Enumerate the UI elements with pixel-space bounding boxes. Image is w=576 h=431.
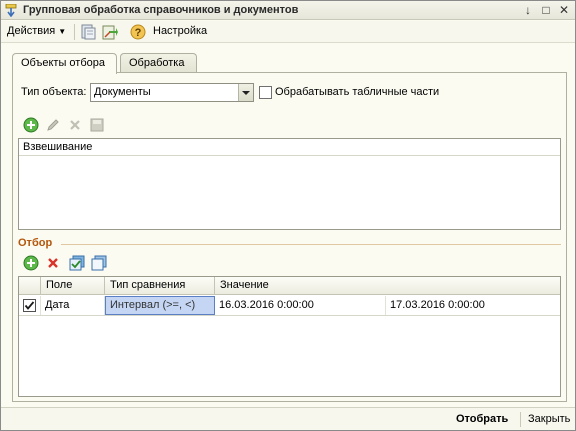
- cell-field[interactable]: Дата: [41, 296, 105, 315]
- close-window-button[interactable]: ✕: [557, 4, 571, 17]
- tab-panel: Тип объекта: Документы Обрабатывать табл…: [12, 72, 567, 402]
- save-icon[interactable]: [89, 117, 105, 133]
- maximize-button[interactable]: □: [539, 4, 553, 17]
- processing-window: Групповая обработка справочников и докум…: [0, 0, 576, 431]
- close-button[interactable]: Закрыть: [528, 413, 570, 425]
- add-filter-icon[interactable]: [23, 255, 39, 271]
- tab-selection-objects[interactable]: Объекты отбора: [12, 53, 117, 74]
- table-row[interactable]: Дата Интервал (>=, <) 16.03.2016 0:00:00…: [19, 296, 560, 316]
- window-title: Групповая обработка справочников и докум…: [23, 4, 299, 16]
- minimize-button[interactable]: ↓: [521, 4, 535, 17]
- tab-processing[interactable]: Обработка: [120, 53, 197, 73]
- delete-filter-icon[interactable]: [45, 255, 61, 271]
- toolbar-separator: [74, 24, 75, 40]
- header-comparison[interactable]: Тип сравнения: [105, 277, 215, 295]
- actions-menu-button[interactable]: Действия ▼: [7, 25, 66, 37]
- document-list-icon[interactable]: [79, 23, 97, 41]
- help-icon[interactable]: ?: [129, 23, 147, 41]
- chevron-down-icon: ▼: [58, 27, 67, 36]
- edit-icon[interactable]: [45, 117, 61, 133]
- delete-icon[interactable]: [67, 117, 83, 133]
- row-checkbox[interactable]: [23, 299, 36, 312]
- app-icon: [5, 4, 17, 17]
- filter-grid[interactable]: Поле Тип сравнения Значение Дата Интерва…: [18, 276, 561, 397]
- list-item[interactable]: Взвешивание: [19, 139, 560, 156]
- process-tabular-label: Обрабатывать табличные части: [275, 86, 440, 98]
- filter-section-title: Отбор: [18, 237, 53, 249]
- select-button[interactable]: Отобрать: [456, 413, 508, 425]
- dropdown-arrow-icon[interactable]: [238, 84, 253, 101]
- section-divider: [61, 244, 561, 245]
- uncheck-all-icon[interactable]: [91, 255, 107, 271]
- settings-button[interactable]: Настройка: [153, 25, 207, 37]
- cell-value-to[interactable]: 17.03.2016 0:00:00: [386, 296, 560, 315]
- object-type-label: Тип объекта:: [21, 86, 87, 98]
- header-check-column: [19, 277, 41, 295]
- check-all-icon[interactable]: [69, 255, 85, 271]
- filter-grid-header: Поле Тип сравнения Значение: [19, 277, 560, 295]
- object-type-select[interactable]: Документы: [90, 83, 254, 102]
- add-icon[interactable]: [23, 117, 39, 133]
- footer-separator: [520, 412, 521, 427]
- header-value[interactable]: Значение: [215, 277, 560, 295]
- cell-value-from[interactable]: 16.03.2016 0:00:00: [215, 296, 386, 315]
- process-tabular-checkbox[interactable]: [259, 86, 272, 99]
- svg-text:?: ?: [135, 27, 142, 39]
- header-field[interactable]: Поле: [41, 277, 105, 295]
- row-checkbox-cell[interactable]: [19, 296, 41, 315]
- cell-comparison[interactable]: Интервал (>=, <): [105, 296, 215, 315]
- toolbar: Действия ▼ ? Настройка: [1, 21, 575, 43]
- actions-label: Действия: [7, 25, 56, 37]
- export-icon[interactable]: [101, 23, 119, 41]
- list-item-label: Взвешивание: [23, 141, 93, 153]
- title-bar: Групповая обработка справочников и докум…: [1, 1, 575, 20]
- objects-list[interactable]: Взвешивание: [18, 138, 561, 230]
- footer-bar: Отобрать Закрыть: [1, 407, 575, 430]
- object-type-value: Документы: [94, 86, 151, 98]
